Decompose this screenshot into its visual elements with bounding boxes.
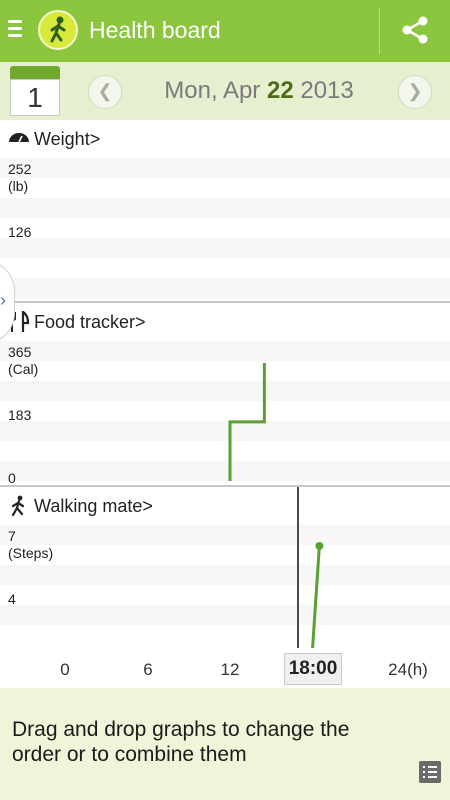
date-bar: 1 ❮ Mon, Apr 22 2013 ❯ — [0, 62, 450, 120]
x-label-6: 6 — [143, 660, 153, 679]
food-tracker-line — [228, 363, 266, 481]
walking-mate-point — [315, 542, 324, 550]
walking-mate-line — [311, 545, 321, 648]
weight-title[interactable]: Weight> — [34, 129, 100, 150]
grid-stripe — [0, 198, 450, 218]
calendar-day-number: 1 — [27, 82, 43, 113]
x-label-selected-time[interactable]: 18:00 — [284, 653, 342, 685]
grid-stripe — [0, 238, 450, 258]
weight-title-chevron: > — [89, 129, 101, 149]
app-title: Health board — [89, 17, 221, 43]
current-date: Mon, Apr 22 2013 — [128, 77, 390, 105]
scale-icon — [7, 128, 31, 150]
walking-figure-icon — [50, 16, 66, 43]
previous-day-button[interactable]: ❮ — [88, 75, 122, 109]
weight-y-unit: (lb) — [8, 178, 29, 194]
walking-mate-chart — [311, 542, 324, 648]
x-label-24: 24(h) — [388, 660, 428, 679]
hint-footer: Drag and drop graphs to change the order… — [0, 688, 450, 800]
menu-icon[interactable] — [8, 16, 22, 44]
weight-y-top-label: 252 — [8, 161, 32, 177]
app-bar-divider — [379, 8, 380, 54]
chevron-right-icon: ❯ — [407, 81, 423, 101]
grid-stripe — [0, 278, 450, 298]
calendar-header — [10, 66, 60, 80]
walking-mate-panel[interactable]: Walking mate> 7 (Steps) 4 — [0, 487, 450, 648]
date-day: 22 — [266, 77, 294, 104]
drag-drop-hint: Drag and drop graphs to change the order… — [12, 718, 350, 766]
chevron-right-icon: › — [0, 290, 6, 310]
app-bar: Health board — [0, 0, 450, 62]
weight-title-text: Weight — [34, 129, 90, 149]
weight-panel[interactable]: Weight> 252 (lb) 126 — [0, 120, 450, 302]
next-day-button[interactable]: ❯ — [398, 75, 432, 109]
walking-figure-logo[interactable] — [38, 10, 78, 50]
date-prefix: Mon, Apr — [164, 77, 261, 104]
calendar-icon[interactable]: 1 — [10, 66, 60, 116]
chevron-left-icon: ❮ — [97, 81, 113, 101]
date-year: 2013 — [300, 77, 354, 104]
time-axis: 0 6 12 18:00 24(h) — [0, 648, 450, 688]
x-label-12: 12 — [220, 660, 240, 679]
food-tracker-chart — [228, 363, 266, 481]
grid-stripe — [0, 158, 450, 178]
share-icon[interactable] — [397, 12, 433, 48]
food-tracker-panel[interactable]: Food tracker> 365 (Cal) 183 0 — [0, 303, 450, 485]
x-label-0: 0 — [60, 660, 70, 679]
weight-y-mid-label: 126 — [8, 224, 32, 240]
current-time-marker[interactable] — [297, 487, 299, 675]
list-icon[interactable] — [418, 760, 442, 784]
